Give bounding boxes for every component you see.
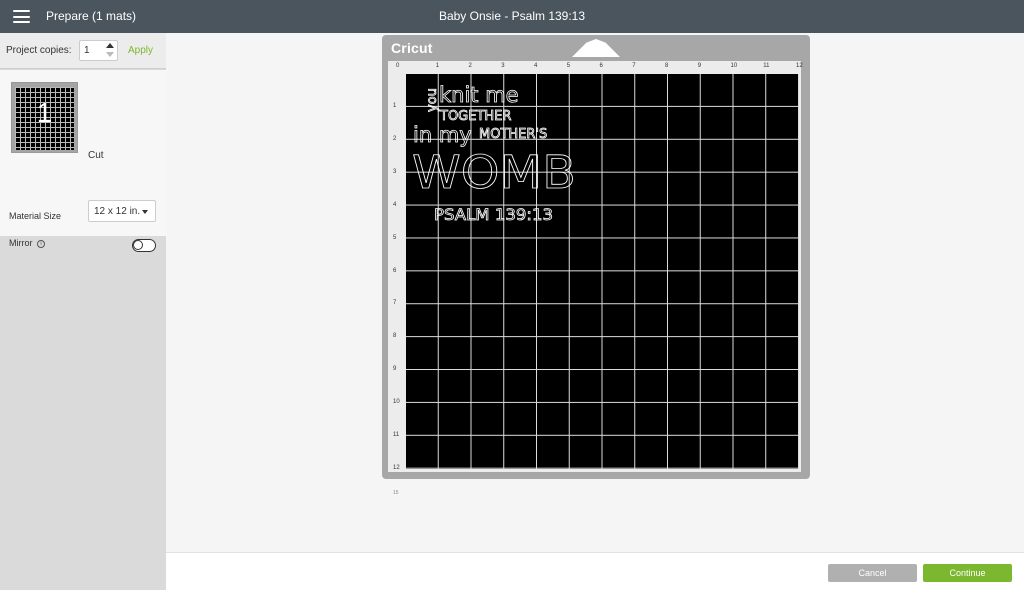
dropdown-caret-icon	[142, 210, 148, 214]
ruler-top-tick: 4	[534, 63, 538, 69]
ruler-left-tick: 7	[393, 300, 397, 307]
ruler-top-tick: 12	[796, 63, 803, 69]
info-icon[interactable]: i	[37, 239, 46, 248]
mat-cut-label: Cut	[88, 150, 104, 161]
top-bar: Prepare (1 mats) Baby Onsie - Psalm 139:…	[0, 0, 1024, 33]
mat-handle	[572, 39, 620, 57]
mirror-label: Mirror i	[9, 238, 46, 248]
bottom-bar: Cancel Continue	[166, 552, 1024, 590]
cricut-logo: Cricut	[391, 40, 433, 56]
ruler-top-tick: 7	[632, 63, 636, 69]
ruler-top-tick: 5	[566, 63, 571, 69]
mirror-label-text: Mirror	[9, 238, 33, 248]
mat-section: 1 Cut Material Size 12 x 12 in. Mirror i	[0, 70, 166, 252]
increment-arrow-icon[interactable]	[106, 43, 114, 48]
ruler-top-tick: 8	[665, 63, 669, 69]
ruler-top-tick: 1	[435, 63, 440, 69]
design-you: you	[425, 88, 440, 112]
ruler-left-tick: 8	[393, 333, 397, 340]
project-name: Baby Onsie - Psalm 139:13	[438, 9, 586, 23]
mat-preview-area: Cricut 0 1 2 3 4 5 6 7 8 9 10 11 12 1 2 3 4 5 6 7 8 9 10 11 12 …	[166, 33, 1024, 552]
design-womb: WOMB	[412, 146, 576, 199]
mirror-toggle[interactable]	[132, 239, 156, 252]
ruler-left-tick: 10	[393, 399, 400, 406]
ruler-left-tick: 11	[393, 432, 400, 439]
material-size-select[interactable]: 12 x 12 in.	[88, 200, 156, 222]
design-artwork[interactable]: you knit me TOGETHER in my MOTHER'S WOMB…	[406, 74, 606, 234]
project-copies-row: Project copies: 1 Apply	[0, 33, 166, 69]
cut-area[interactable]: you knit me TOGETHER in my MOTHER'S WOMB…	[406, 74, 799, 469]
ruler-left-tick: 9	[393, 366, 397, 373]
toggle-knob	[133, 240, 143, 250]
ruler-top-tick: 9	[697, 63, 702, 69]
mat-number: 1	[36, 97, 53, 128]
menu-icon[interactable]	[13, 10, 30, 23]
ruler-top-tick: 11	[763, 63, 770, 69]
ruler-top-tick: 6	[599, 63, 603, 69]
apply-button[interactable]: Apply	[128, 45, 153, 56]
material-size-value: 12 x 12 in.	[94, 206, 141, 217]
design-mothers: MOTHER'S	[479, 127, 547, 142]
project-copies-input[interactable]: 1	[79, 40, 118, 61]
continue-button[interactable]: Continue	[923, 564, 1012, 582]
material-size-label: Material Size	[9, 211, 62, 221]
ruler-left-tick: 2	[393, 135, 397, 142]
ruler-top: 0 1 2 3 4 5 6 7 8 9 10 11 12	[388, 61, 803, 74]
ruler-top-tick: 2	[468, 63, 472, 69]
ruler-left-tick: 4	[393, 201, 397, 208]
project-copies-label: Project copies:	[6, 45, 72, 56]
ruler-left: 1 2 3 4 5 6 7 8 9 10 11 12	[388, 61, 406, 472]
below-mat-mark: 15	[393, 490, 399, 496]
ruler-left-tick: 6	[393, 267, 397, 274]
design-in-my: in my	[413, 123, 472, 147]
ruler-left-tick: 3	[393, 168, 397, 175]
prepare-title: Prepare (1 mats)	[46, 9, 137, 23]
ruler-left-tick: 5	[393, 234, 397, 241]
ruler-left-tick: 1	[393, 102, 397, 109]
ruler-top-tick: 3	[501, 63, 505, 69]
left-panel: Project copies: 1 Apply 1 Cut Material S…	[0, 33, 166, 590]
design-knit-me: knit me	[439, 83, 519, 107]
mat-thumbnail[interactable]: 1	[11, 82, 78, 153]
cutting-mat: Cricut 0 1 2 3 4 5 6 7 8 9 10 11 12 1 2 3 4 5 6 7 8 9 10 11 12 …	[382, 35, 810, 479]
mat-surface: 0 1 2 3 4 5 6 7 8 9 10 11 12 1 2 3 4 5 6 7 8 9 10 11 12 you kni…	[388, 61, 803, 472]
design-together: TOGETHER	[439, 109, 511, 124]
design-psalm: PSALM 139:13	[434, 205, 553, 224]
decrement-arrow-icon[interactable]	[106, 52, 114, 57]
project-copies-value: 1	[84, 45, 90, 56]
ruler-left-tick: 12	[393, 465, 400, 471]
cancel-button[interactable]: Cancel	[828, 564, 917, 582]
ruler-top-tick: 10	[730, 63, 738, 69]
